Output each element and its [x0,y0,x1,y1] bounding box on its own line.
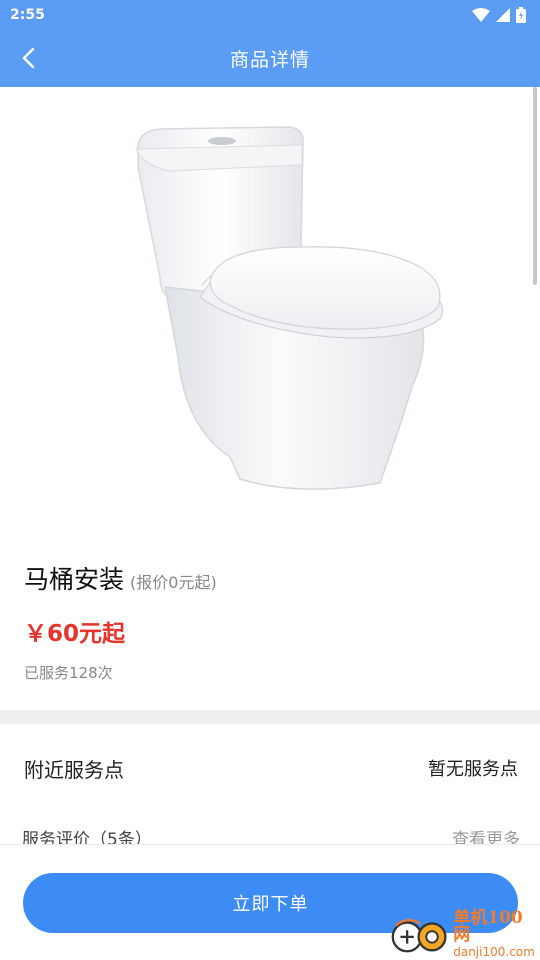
nearby-value: 暂无服务点 [428,759,518,780]
title-row: 马桶安装 (报价0元起) [24,560,524,596]
watermark-logo-icon [391,919,447,953]
battery-icon [516,7,526,23]
status-time: 2:55 [10,7,45,23]
toilet-illustration [135,126,444,490]
section-divider [0,710,540,724]
product-info: 马桶安装 (报价0元起) ￥60元起 已服务128次 [24,560,524,683]
signal-icon [496,8,510,22]
quote-note: (报价0元起) [130,573,217,592]
watermark: 单机100网 danji100.com [388,907,536,960]
wifi-icon [472,8,490,22]
product-title: 马桶安装 [24,565,125,594]
product-image[interactable] [0,87,540,542]
watermark-line2: danji100.com [453,944,535,959]
product-price: ￥60元起 [24,621,126,647]
scrollbar[interactable] [533,87,537,285]
status-bar: 2:55 [0,0,540,30]
status-icons [472,7,526,23]
navigation-bar: 商品详情 [0,30,540,87]
service-count: 已服务128次 [24,664,113,682]
nearby-service-row[interactable]: 附近服务点 暂无服务点 [24,748,518,788]
page-title: 商品详情 [229,49,310,71]
nearby-label: 附近服务点 [24,757,124,782]
watermark-line1: 单机100网 [453,907,523,945]
watermark-text: 单机100网 danji100.com [453,907,536,960]
